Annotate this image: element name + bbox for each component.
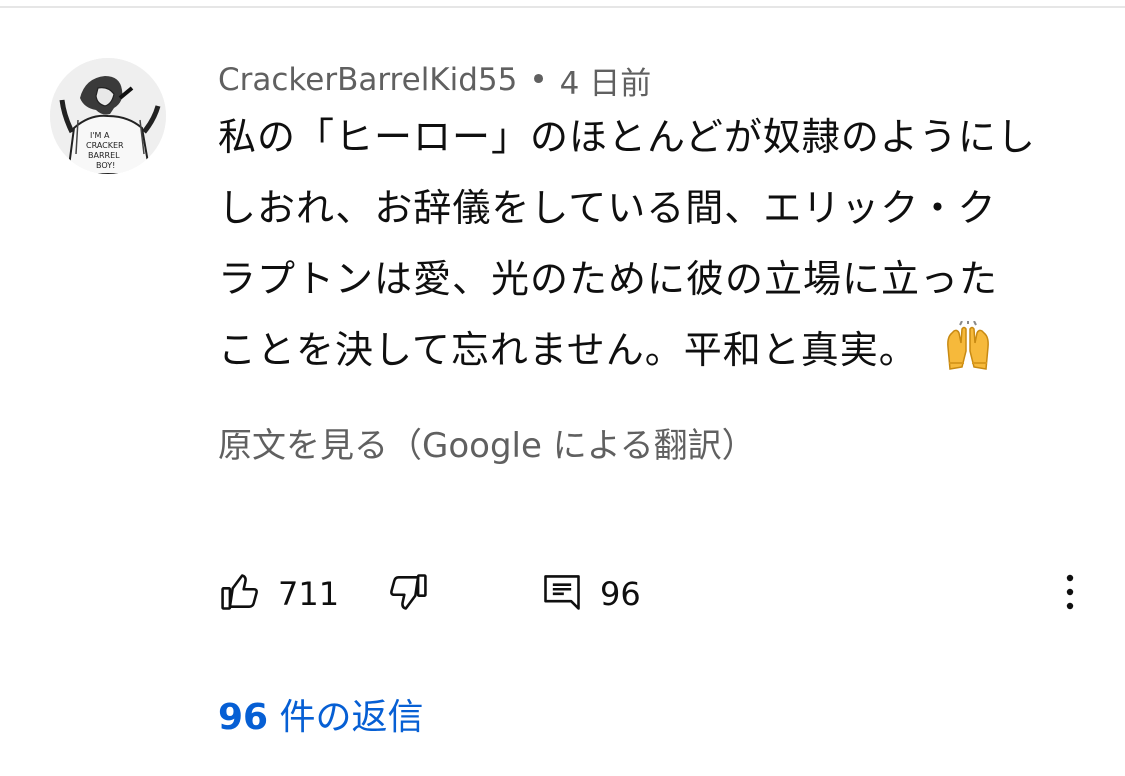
see-original-link[interactable]: 原文を見る（Google による翻訳）: [218, 420, 756, 472]
comment-actions: 711 96: [218, 566, 1098, 622]
svg-text:BARREL: BARREL: [88, 151, 120, 160]
comment-meta: CrackerBarrelKid55 • 4 日前: [218, 58, 651, 102]
avatar[interactable]: I'M A CRACKER BARREL BOY!: [50, 58, 166, 174]
thumbs-down-icon: [386, 570, 430, 618]
replies-label: 件の返信: [268, 697, 424, 738]
meta-separator: •: [529, 62, 548, 98]
view-replies-link[interactable]: 96 件の返信: [218, 692, 424, 744]
comment-text: 私の「ヒーロー」のほとんどが奴隷のようにし しおれ、お辞儀をしている間、エリック…: [218, 102, 1078, 386]
svg-text:CRACKER: CRACKER: [86, 141, 124, 150]
reply-button[interactable]: 96: [540, 566, 641, 622]
comment-icon: [540, 570, 584, 618]
dislike-button[interactable]: [386, 566, 430, 622]
replies-count: 96: [218, 697, 269, 738]
thumbs-up-icon: [218, 570, 262, 618]
more-options-button[interactable]: [1054, 566, 1086, 622]
like-count: 711: [278, 575, 340, 613]
svg-text:BOY!: BOY!: [96, 161, 115, 170]
comment-line: しおれ、お辞儀をしている間、エリック・ク: [218, 186, 997, 230]
top-divider: [0, 6, 1125, 8]
comment-line: 私の「ヒーロー」のほとんどが奴隷のようにし: [218, 115, 1036, 159]
comment-line-text: ことを決して忘れません。平和と真実。: [218, 328, 918, 372]
comment-time[interactable]: 4 日前: [560, 58, 652, 103]
comment-line-last: ことを決して忘れません。平和と真実。: [218, 315, 1078, 386]
author-name[interactable]: CrackerBarrelKid55: [218, 62, 517, 98]
like-button[interactable]: 711: [218, 566, 339, 622]
comment-line: ラプトンは愛、光のために彼の立場に立った: [218, 257, 999, 301]
more-vertical-icon: [1064, 572, 1076, 616]
raising-hands-emoji-icon: [940, 320, 996, 394]
svg-text:I'M A: I'M A: [90, 131, 110, 140]
reply-count: 96: [600, 575, 641, 613]
